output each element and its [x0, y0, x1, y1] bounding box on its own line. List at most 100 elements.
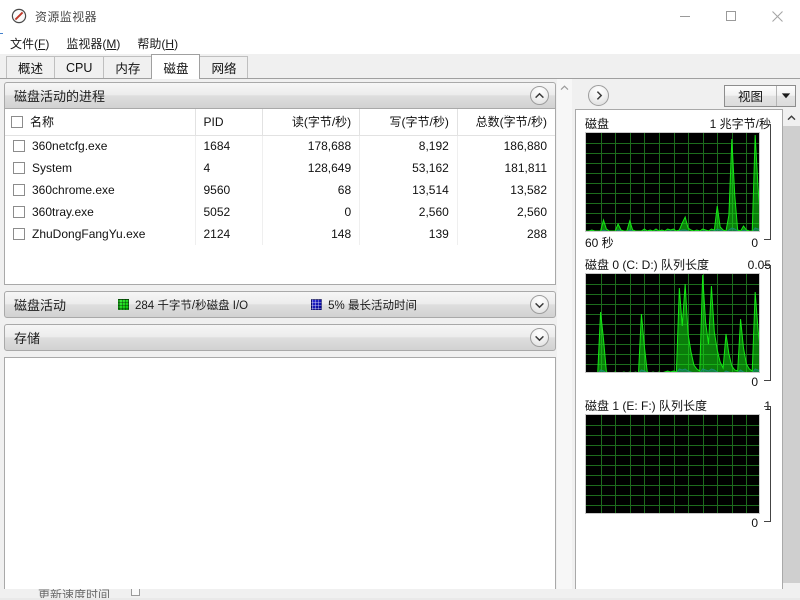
disk0-queue-ymin: 0 [751, 375, 758, 389]
legend-swatch-green-icon [118, 299, 130, 310]
process-name-cell: ZhuDongFangYu.exe [5, 223, 196, 245]
disk1-queue-canvas [585, 414, 760, 514]
table-row[interactable]: 360chrome.exe 9560 68 13,514 13,582 [5, 179, 555, 201]
process-name-label: ZhuDongFangYu.exe [32, 227, 146, 241]
table-row[interactable]: 360tray.exe 5052 0 2,560 2,560 [5, 201, 555, 223]
disk-throughput-row [585, 124, 774, 240]
process-write-cell: 2,560 [359, 201, 458, 223]
window-title: 资源监视器 [35, 9, 98, 24]
tab-disk[interactable]: 磁盘 [151, 54, 201, 79]
status-bar-dropdown[interactable] [131, 589, 140, 596]
view-button-label: 视图 [737, 90, 763, 104]
table-row[interactable]: 360netcfg.exe 1684 178,688 8,192 186,880 [5, 135, 555, 157]
column-header-pid[interactable]: PID [195, 109, 263, 136]
column-header-total[interactable]: ⌄ 总数(字节/秒) [457, 109, 555, 136]
tab-cpu-label: CPU [66, 60, 93, 75]
disk-throughput-title: 磁盘 [585, 117, 610, 131]
column-header-read[interactable]: 读(字节/秒) [262, 109, 361, 136]
process-write-cell: 8,192 [359, 135, 458, 157]
disk-throughput-canvas [585, 132, 760, 232]
minimize-button[interactable] [662, 0, 708, 33]
scroll-up-icon[interactable] [556, 79, 573, 96]
process-total-cell: 13,582 [510, 183, 547, 197]
row-checkbox[interactable] [13, 140, 25, 153]
scroll-up-icon[interactable] [783, 109, 800, 126]
maximize-button[interactable] [708, 0, 754, 33]
tab-memory[interactable]: 内存 [103, 56, 153, 78]
process-pid-cell: 9560 [195, 179, 263, 201]
menu-bar: 文件(F) 监视器(M) 帮助(H) [0, 33, 800, 54]
processes-table-container[interactable]: 名称 PID 读(字节/秒) 写(字节/秒) ⌄ 总数(字节/秒) 360net… [4, 109, 556, 285]
disk0-queue-caption: 磁盘 0 (C: D:) 队列长度 0.05 [585, 256, 774, 273]
left-pane: 磁盘活动的进程 名称 PID 读(字节/秒) 写(字节/秒) ⌄ 总数(字节/秒… [0, 79, 556, 600]
disk1-queue-caption: 磁盘 1 (E: F:) 队列长度 1 [585, 397, 774, 414]
view-button[interactable]: 视图 [724, 84, 796, 107]
column-header-total-label: 总数(字节/秒) [475, 115, 547, 130]
graphs-outer: 磁盘 1 兆字节/秒 60 秒 0 磁盘 0 (C: D:) 队列长度 0.05… [575, 109, 800, 600]
process-pid-cell: 1684 [195, 135, 263, 157]
right-pane-scrollbar[interactable] [783, 109, 800, 600]
row-checkbox[interactable] [13, 206, 25, 218]
left-pane-scrollbar[interactable] [556, 79, 573, 600]
process-pid-cell: 2124 [195, 223, 263, 245]
chevron-down-icon[interactable] [776, 85, 795, 106]
tab-network[interactable]: 网络 [199, 56, 249, 78]
right-scrollbar-track[interactable] [783, 126, 800, 583]
graph-toolbar: 视图 [575, 82, 800, 109]
menu-item-file-accel: F [38, 37, 46, 51]
row-checkbox[interactable] [13, 162, 25, 174]
menu-item-monitor[interactable]: 监视器(M) [66, 35, 120, 52]
processes-table-head: 名称 PID 读(字节/秒) 写(字节/秒) ⌄ 总数(字节/秒) [5, 109, 555, 136]
processes-section-header[interactable]: 磁盘活动的进程 [4, 82, 556, 109]
column-header-write[interactable]: 写(字节/秒) [359, 109, 458, 136]
process-total-cell: 181,811 [504, 161, 548, 175]
row-checkbox[interactable] [13, 184, 25, 196]
resource-monitor-window: 资源监视器 文件(F) 监视器(M) 帮助(H) 概述 CPU 内存 磁盘 网络… [0, 0, 800, 600]
empty-content-area [4, 357, 556, 600]
process-name-label: 360chrome.exe [32, 183, 115, 197]
chevron-down-icon[interactable] [530, 295, 549, 314]
disk-activity-section: 磁盘活动 284 千字节/秒磁盘 I/O 5% 最长活动时间 [4, 291, 556, 318]
tab-cpu[interactable]: CPU [54, 56, 105, 78]
chevron-right-icon[interactable] [588, 85, 609, 106]
legend-disk-io-label: 284 千字节/秒磁盘 I/O [135, 299, 249, 312]
tab-overview[interactable]: 概述 [6, 56, 56, 78]
disk-throughput-ymin: 0 [751, 236, 758, 250]
close-button[interactable] [754, 0, 800, 33]
disk1-queue-title: 磁盘 1 (E: F:) 队列长度 [585, 399, 708, 413]
process-read-cell: 128,649 [262, 157, 361, 179]
process-write-cell: 53,162 [359, 157, 458, 179]
tab-memory-label: 内存 [115, 62, 141, 76]
chevron-down-icon[interactable] [530, 328, 549, 347]
storage-section: 存储 [4, 324, 556, 351]
resource-monitor-icon [11, 8, 27, 24]
menu-item-file[interactable]: 文件(F) [10, 35, 49, 52]
table-row[interactable]: ZhuDongFangYu.exe 2124 148 139 288 [5, 223, 555, 245]
disk-activity-section-header[interactable]: 磁盘活动 284 千字节/秒磁盘 I/O 5% 最长活动时间 [4, 291, 556, 318]
menu-item-file-label: 文件 [10, 37, 35, 51]
column-header-write-label: 写(字节/秒) [389, 115, 449, 130]
column-header-name-label: 名称 [30, 115, 55, 130]
chevron-up-icon[interactable] [530, 86, 549, 105]
row-checkbox[interactable] [13, 228, 25, 240]
disk0-queue-canvas [585, 273, 760, 373]
select-all-checkbox[interactable] [11, 116, 23, 129]
table-row[interactable]: System 4 128,649 53,162 181,811 [5, 157, 555, 179]
process-read-cell: 178,688 [262, 135, 361, 157]
disk0-queue-footer: 0 [585, 373, 774, 391]
process-write-cell: 13,514 [359, 179, 458, 201]
left-scrollbar-track[interactable] [556, 96, 573, 583]
tab-disk-label: 磁盘 [163, 61, 189, 76]
process-name-cell: 360chrome.exe [5, 179, 196, 201]
storage-section-header[interactable]: 存储 [4, 324, 556, 351]
storage-section-title: 存储 [14, 331, 41, 346]
process-name-label: System [32, 161, 73, 175]
menu-item-help[interactable]: 帮助(H) [137, 35, 178, 52]
column-header-name[interactable]: 名称 [5, 109, 196, 136]
title-bar: 资源监视器 [0, 0, 800, 33]
disk-throughput-graph: 磁盘 1 兆字节/秒 60 秒 0 [585, 115, 774, 250]
tab-network-label: 网络 [211, 62, 237, 76]
process-total-cell: 2,560 [516, 205, 547, 219]
menu-item-help-accel: H [165, 37, 175, 51]
process-name-label: 360tray.exe [32, 205, 94, 219]
